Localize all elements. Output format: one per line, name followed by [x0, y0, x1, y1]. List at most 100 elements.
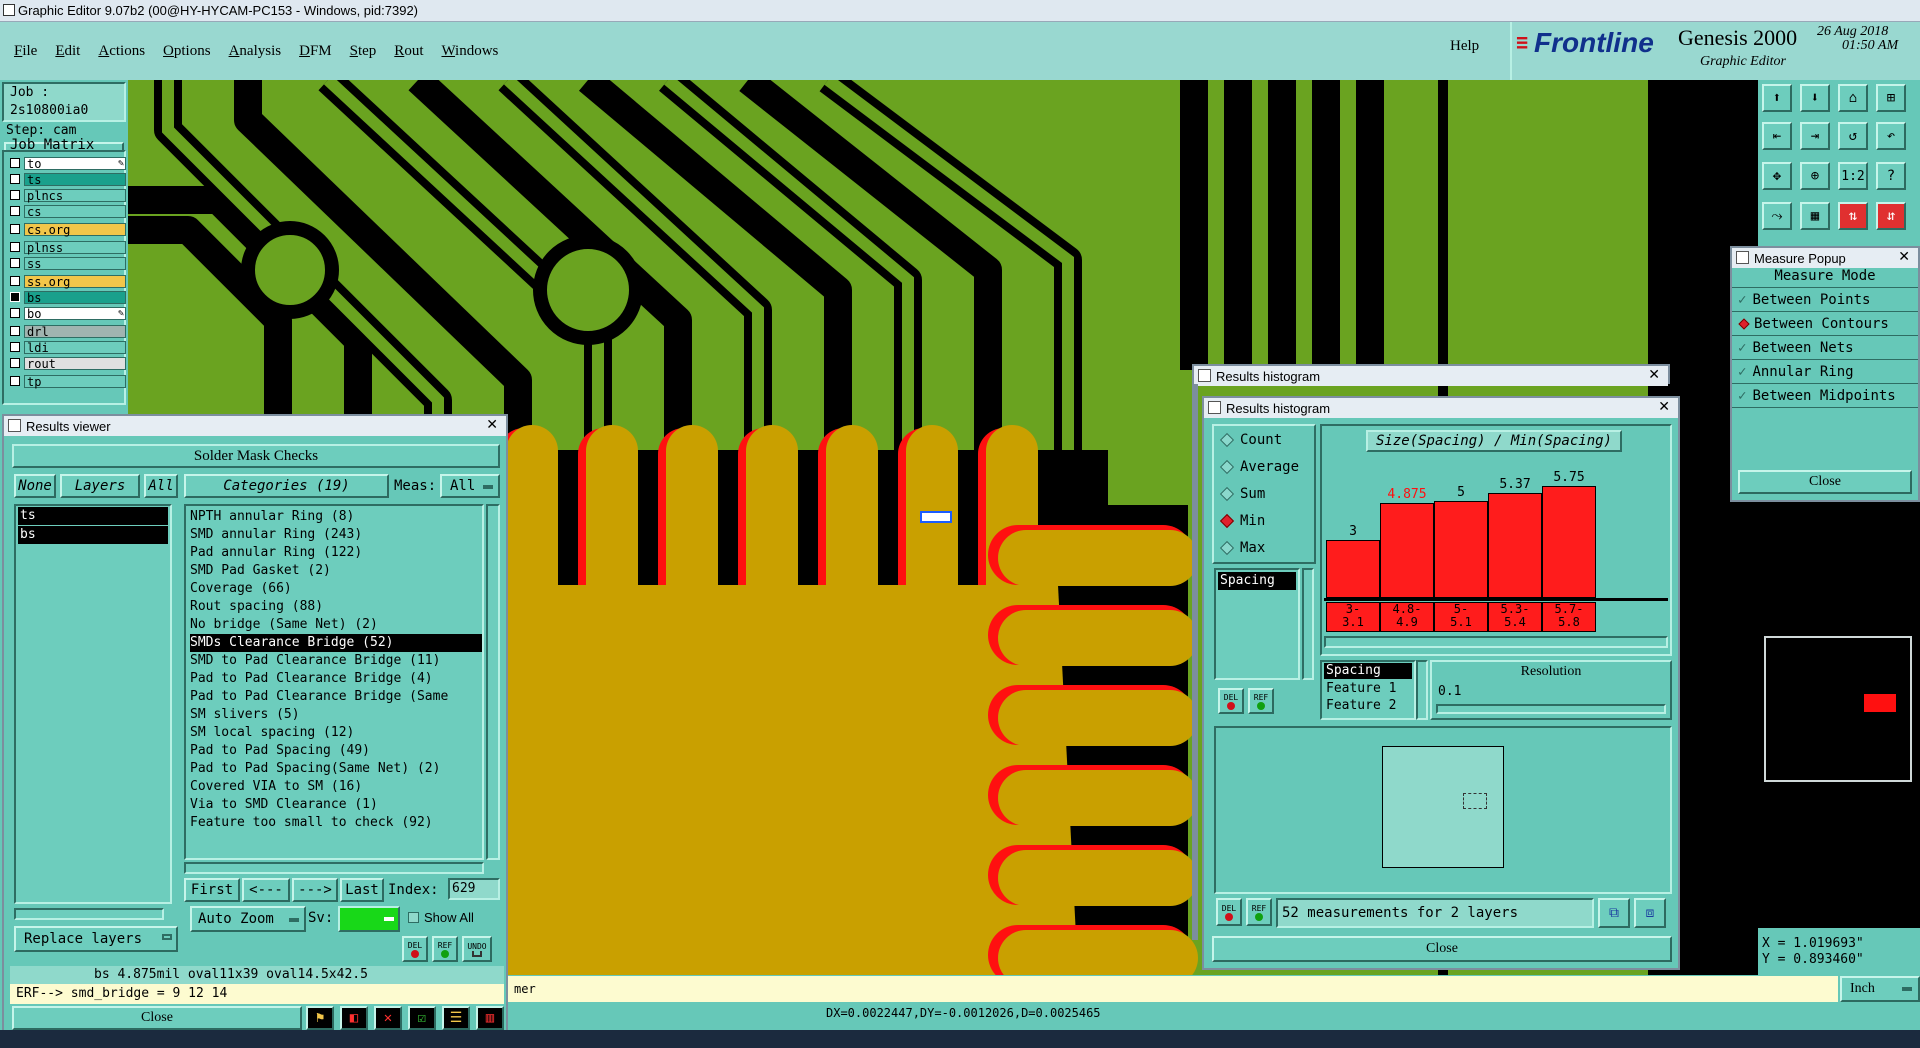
none-button[interactable]: None — [14, 474, 56, 498]
layer-row-drl[interactable]: drl — [10, 324, 126, 338]
layer-row-rout[interactable]: rout — [10, 356, 126, 370]
horizontal-scrollbar[interactable] — [14, 908, 164, 920]
layer-checkbox[interactable] — [10, 292, 20, 302]
category-item[interactable]: Feature too small to check (92) — [190, 814, 482, 832]
layer-row-tp[interactable]: tp — [10, 374, 126, 388]
mode-between-contours[interactable]: Between Contours — [1732, 312, 1918, 336]
layer-checkbox[interactable] — [10, 326, 20, 336]
measure-alt-icon[interactable]: ⇵ — [1876, 202, 1906, 230]
index-input[interactable]: 629 — [448, 878, 500, 900]
undo-button[interactable]: UNDO — [462, 936, 492, 962]
category-item[interactable]: Pad to Pad Clearance Bridge (4) — [190, 670, 482, 688]
layer-checkbox[interactable] — [10, 174, 20, 184]
layer-row-bs[interactable]: bs — [10, 290, 126, 304]
category-item[interactable]: Pad to Pad Clearance Bridge (Same — [190, 688, 482, 706]
vertical-scrollbar[interactable] — [486, 504, 500, 860]
category-item[interactable]: SMD annular Ring (243) — [190, 526, 482, 544]
layer-name[interactable]: ss.org — [24, 274, 126, 288]
layer-checkbox[interactable] — [10, 190, 20, 200]
category-item[interactable]: SM local spacing (12) — [190, 724, 482, 742]
menu-dfm[interactable]: DFM — [299, 43, 332, 60]
layer-checkbox[interactable] — [10, 358, 20, 368]
layer-checkbox[interactable] — [10, 342, 20, 352]
help-question-icon[interactable]: ? — [1876, 162, 1906, 190]
measure-tool-icon[interactable]: ⇅ — [1838, 202, 1868, 230]
flag-icon[interactable]: ⚑ — [306, 1006, 334, 1030]
zoom-to-icon[interactable]: ⧉ — [1598, 898, 1630, 928]
menu-actions[interactable]: Actions — [98, 43, 145, 60]
layer-row-ss[interactable]: ss — [10, 256, 126, 270]
menu-file[interactable]: File — [14, 43, 37, 60]
zoom-ratio-button[interactable]: 1:2 — [1838, 162, 1868, 190]
vertical-scrollbar[interactable] — [1416, 660, 1428, 720]
layer-row-cs-org[interactable]: cs.org — [10, 222, 126, 236]
close-icon[interactable]: ✕ — [1898, 248, 1910, 265]
layer-name[interactable]: cs — [24, 204, 126, 218]
close-icon[interactable]: ✕ — [1648, 366, 1660, 383]
list-item[interactable]: ts — [18, 507, 168, 525]
layer-name[interactable]: drl — [24, 324, 126, 338]
menu-options[interactable]: Options — [163, 43, 211, 60]
category-item[interactable]: Coverage (66) — [190, 580, 482, 598]
layer-name[interactable]: tp — [24, 374, 126, 388]
histogram-bar[interactable] — [1380, 503, 1434, 598]
category-item[interactable]: Pad annular Ring (122) — [190, 544, 482, 562]
mode-max[interactable]: Max — [1214, 534, 1314, 561]
preview-ref-button[interactable]: REF — [1246, 898, 1272, 926]
preview-del-button[interactable]: DEL — [1216, 898, 1242, 926]
category-item[interactable]: Pad to Pad Spacing(Same Net) (2) — [190, 760, 482, 778]
split-view-icon[interactable]: ⊞ — [1876, 84, 1906, 112]
replace-layers-button[interactable]: Replace layers — [14, 926, 178, 952]
layer-checkbox[interactable] — [10, 242, 20, 252]
measure-close-button[interactable]: Close — [1738, 470, 1912, 494]
list-item[interactable]: Spacing — [1218, 572, 1296, 590]
list-item[interactable]: Spacing — [1324, 663, 1412, 679]
mode-average[interactable]: Average — [1214, 453, 1314, 480]
layer-checkbox[interactable] — [10, 224, 20, 234]
redraw-icon[interactable]: ↺ — [1838, 122, 1868, 150]
sv-color-select[interactable] — [338, 906, 400, 932]
layer-name[interactable]: ts — [24, 172, 126, 186]
close-icon[interactable]: ✕ — [486, 416, 498, 433]
category-item[interactable]: SMD Pad Gasket (2) — [190, 562, 482, 580]
menu-windows[interactable]: Windows — [441, 43, 498, 60]
mode-between-points[interactable]: ✓ Between Points — [1732, 288, 1918, 312]
first-button[interactable]: First — [184, 878, 240, 902]
mode-min[interactable]: Min — [1214, 507, 1314, 534]
horizontal-scrollbar[interactable] — [1324, 636, 1668, 648]
layer-name[interactable]: rout — [24, 356, 126, 370]
remove-icon[interactable]: ◧ — [340, 1006, 368, 1030]
results-close-button[interactable]: Close — [12, 1006, 302, 1030]
layer-checkbox[interactable] — [10, 276, 20, 286]
layer-row-plnss[interactable]: plnss — [10, 240, 126, 254]
menu-help[interactable]: Help — [1450, 38, 1479, 55]
layer-checkbox[interactable] — [10, 308, 20, 318]
layer-row-bo[interactable]: bo ✎ — [10, 306, 126, 320]
category-item[interactable]: SM slivers (5) — [190, 706, 482, 724]
layer-name[interactable]: cs.org — [24, 222, 126, 236]
zoom-fit-icon[interactable]: ⧈ — [1634, 898, 1666, 928]
category-item[interactable]: Covered VIA to SM (16) — [190, 778, 482, 796]
minimap-frame[interactable] — [1764, 636, 1912, 782]
layers-button[interactable]: Layers — [60, 474, 140, 498]
layer-up-icon[interactable]: ⬆ — [1762, 84, 1792, 112]
histogram-bar[interactable] — [1326, 540, 1380, 598]
all-button[interactable]: All — [144, 474, 178, 498]
category-item[interactable]: SMDs Clearance Bridge (52) — [190, 634, 482, 652]
histogram-bar[interactable] — [1434, 501, 1488, 598]
layer-row-cs[interactable]: cs — [10, 204, 126, 218]
layer-checkbox[interactable] — [10, 258, 20, 268]
category-item[interactable]: No bridge (Same Net) (2) — [190, 616, 482, 634]
category-item[interactable]: NPTH annular Ring (8) — [190, 508, 482, 526]
layer-row-ldi[interactable]: ldi — [10, 340, 126, 354]
layer-name[interactable]: plncs — [24, 188, 126, 202]
list-item[interactable]: Feature 2 — [1322, 697, 1414, 714]
vertical-scrollbar[interactable] — [1302, 568, 1314, 680]
layer-name[interactable]: ss — [24, 256, 126, 270]
menu-analysis[interactable]: Analysis — [229, 43, 282, 60]
preview-frame[interactable] — [1382, 746, 1504, 868]
home-icon[interactable]: ⌂ — [1838, 84, 1868, 112]
show-all-checkbox[interactable] — [408, 912, 419, 923]
histogram-bar[interactable] — [1488, 493, 1542, 598]
next-button[interactable]: ---> — [292, 878, 338, 902]
